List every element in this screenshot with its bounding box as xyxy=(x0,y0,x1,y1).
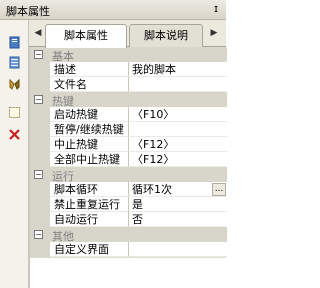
tab-scroll-left-icon[interactable]: ◀ xyxy=(33,27,43,39)
property-name: 自动运行 xyxy=(50,212,129,227)
property-name: 自定义界面 xyxy=(50,242,129,257)
collapse-icon[interactable]: − xyxy=(34,50,43,59)
property-row[interactable]: 自动运行 否 xyxy=(30,212,227,227)
left-toolbar xyxy=(0,20,29,288)
property-name: 禁止重复运行 xyxy=(50,197,129,212)
property-value[interactable]: 〈F10〉 xyxy=(129,107,227,122)
collapse-icon[interactable]: − xyxy=(34,170,43,179)
category-run[interactable]: − 运行 xyxy=(30,167,227,183)
property-row[interactable]: 描述 我的脚本 xyxy=(30,62,227,77)
property-value[interactable]: 〈F12〉 xyxy=(129,137,227,152)
collapse-icon[interactable]: − xyxy=(34,230,43,239)
category-hotkeys[interactable]: − 热键 xyxy=(30,92,227,108)
tab-strip: ◀ 脚本属性 脚本说明 ▶ xyxy=(29,20,226,48)
property-name: 中止热键 xyxy=(50,137,129,152)
settings-icon[interactable] xyxy=(8,78,21,91)
new-icon[interactable] xyxy=(8,106,21,119)
category-basic[interactable]: − 基本 xyxy=(30,47,227,63)
tab-label: 脚本属性 xyxy=(64,29,108,42)
property-row[interactable]: 中止热键 〈F12〉 xyxy=(30,137,227,152)
property-value[interactable]: 否 xyxy=(129,212,227,227)
property-value[interactable] xyxy=(129,77,227,92)
property-value[interactable] xyxy=(129,122,227,137)
property-name: 启动热键 xyxy=(50,107,129,122)
property-name: 文件名 xyxy=(50,77,129,92)
property-value[interactable] xyxy=(129,242,227,257)
description-pane xyxy=(29,257,226,288)
property-value[interactable]: 我的脚本 xyxy=(129,62,227,77)
tab-label: 脚本说明 xyxy=(144,29,188,42)
property-row[interactable]: 脚本循环 循环1次 ... xyxy=(30,182,227,197)
collapse-icon[interactable]: − xyxy=(34,95,43,104)
category-other[interactable]: − 其他 xyxy=(30,227,227,243)
ellipsis-button[interactable]: ... xyxy=(212,183,226,196)
tab-scroll-right-icon[interactable]: ▶ xyxy=(209,27,219,39)
property-name: 描述 xyxy=(50,62,129,77)
property-row[interactable]: 启动热键 〈F10〉 xyxy=(30,107,227,122)
panel-titlebar: 脚本属性 ɪ xyxy=(0,0,226,20)
property-value[interactable]: 〈F12〉 xyxy=(129,152,227,167)
property-row[interactable]: 文件名 xyxy=(30,77,227,92)
property-row[interactable]: 自定义界面 xyxy=(30,242,227,257)
pin-icon[interactable]: ɪ xyxy=(210,2,222,16)
property-name: 全部中止热键 xyxy=(50,152,129,167)
property-name: 暂停/继续热键 xyxy=(50,122,129,137)
list-icon[interactable] xyxy=(8,56,21,69)
delete-icon[interactable] xyxy=(8,128,21,141)
tab-script-properties[interactable]: 脚本属性 xyxy=(45,24,127,48)
tab-script-description[interactable]: 脚本说明 xyxy=(129,24,203,47)
panel-title: 脚本属性 xyxy=(6,5,50,18)
property-grid: − 基本 描述 我的脚本 文件名 − 热键 启动热键 〈F10〉 暂停/继续热键… xyxy=(29,47,227,257)
property-row[interactable]: 暂停/继续热键 xyxy=(30,122,227,137)
document-icon[interactable] xyxy=(8,36,21,49)
property-name: 脚本循环 xyxy=(50,182,129,197)
property-value[interactable]: 是 xyxy=(129,197,227,212)
property-row[interactable]: 全部中止热键 〈F12〉 xyxy=(30,152,227,167)
property-row[interactable]: 禁止重复运行 是 xyxy=(30,197,227,212)
